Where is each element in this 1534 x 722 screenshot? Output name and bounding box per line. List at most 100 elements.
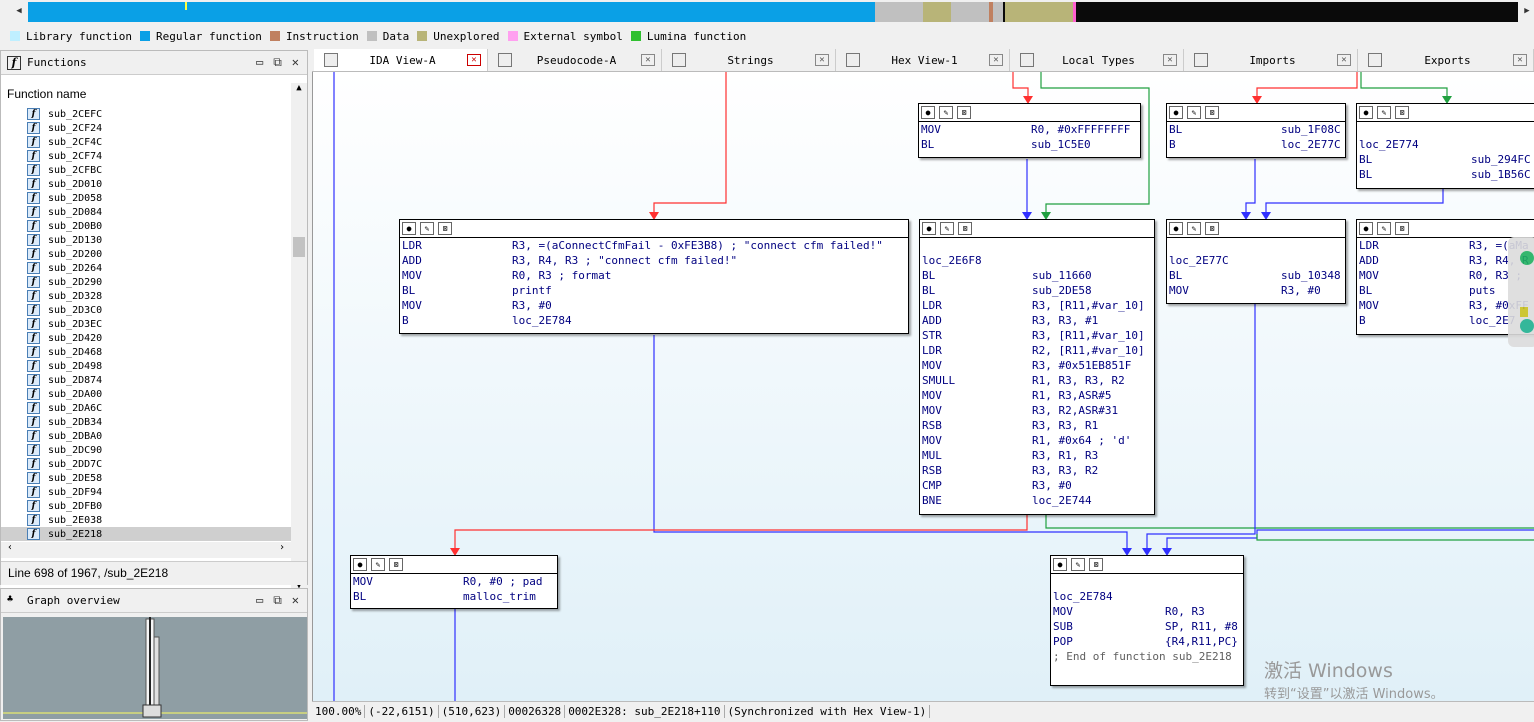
asm-line[interactable]: MUL R3, R1, R3 [920, 448, 1154, 463]
node-color-icon[interactable]: ● [922, 222, 936, 235]
asm-line[interactable] [1051, 574, 1243, 589]
asm-line[interactable]: MOV R3, #0x51EB851F [920, 358, 1154, 373]
node-group-icon[interactable]: ⊠ [1089, 558, 1103, 571]
tab-local-types[interactable]: Local Types ✕ [1010, 49, 1184, 71]
tab-close-icon[interactable]: ✕ [1513, 54, 1527, 66]
asm-line[interactable]: STR R3, [R11,#var_10] [920, 328, 1154, 343]
asm-line[interactable] [920, 238, 1154, 253]
function-list-item[interactable]: f sub_2DA6C [1, 401, 291, 415]
node-color-icon[interactable]: ● [1359, 106, 1373, 119]
asm-line[interactable]: BL printf [400, 283, 908, 298]
node-color-icon[interactable]: ● [1169, 106, 1183, 119]
asm-line[interactable]: BL sub_2DE58 [920, 283, 1154, 298]
function-list-item[interactable]: f sub_2D084 [1, 205, 291, 219]
node-group-icon[interactable]: ⊠ [1205, 106, 1219, 119]
asm-line[interactable]: CMP R3, #0 [920, 478, 1154, 493]
asm-line[interactable]: ADD R3, R4, R3 ; "connect cfm failed!" [400, 253, 908, 268]
asm-line[interactable]: MOV R1, #0x64 ; 'd' [920, 433, 1154, 448]
function-list-item[interactable]: f sub_2D130 [1, 233, 291, 247]
asm-line[interactable]: LDR R3, [R11,#var_10] [920, 298, 1154, 313]
asm-line[interactable]: loc_2E6F8 [920, 253, 1154, 268]
tab-ida-view-a[interactable]: IDA View-A ✕ [314, 49, 488, 71]
function-list-item[interactable]: f sub_2CF74 [1, 149, 291, 163]
asm-line[interactable]: MOV R0, R3 [1051, 604, 1243, 619]
asm-line[interactable]: MOV R0, R3 ; format [400, 268, 908, 283]
asm-line[interactable]: Bloc_2E784 [400, 313, 908, 328]
asm-line[interactable]: MOV R0, #0xFFFFFFFF [919, 122, 1140, 137]
tab-strings[interactable]: Strings ✕ [662, 49, 836, 71]
node-color-icon[interactable]: ● [921, 106, 935, 119]
graph-node-loc-2e774[interactable]: ● ✎ ⊠ loc_2E774 BL sub_294FC BL sub_1B56C [1356, 103, 1534, 189]
scroll-right-icon[interactable]: › [279, 542, 285, 553]
tab-close-icon[interactable]: ✕ [467, 54, 481, 66]
tab-close-icon[interactable]: ✕ [1337, 54, 1351, 66]
function-list-item[interactable]: f sub_2D010 [1, 177, 291, 191]
asm-line[interactable]: Bloc_2E77C [1167, 137, 1345, 152]
tab-close-icon[interactable]: ✕ [1163, 54, 1177, 66]
node-color-icon[interactable]: ● [402, 222, 416, 235]
asm-line[interactable]: LDR R3, =(aConnectCfmFail - 0xFE3B8) ; "c… [400, 238, 908, 253]
asm-line[interactable]: RSB R3, R3, R2 [920, 463, 1154, 478]
asm-line[interactable]: BL malloc_trim [351, 589, 557, 604]
tab-close-icon[interactable]: ✕ [989, 54, 1003, 66]
node-group-icon[interactable]: ⊠ [958, 222, 972, 235]
function-list-item[interactable]: f sub_2DFB0 [1, 499, 291, 513]
functions-list[interactable]: f sub_2CEFC f sub_2CF24 f sub_2CF4C f sub_2CF74… [1, 107, 291, 591]
function-list-item[interactable]: f sub_2DE58 [1, 471, 291, 485]
graph-zoom-control[interactable] [1508, 237, 1534, 347]
tab-close-icon[interactable]: ✕ [641, 54, 655, 66]
function-list-item[interactable]: f sub_2DF94 [1, 485, 291, 499]
ida-graph-view[interactable]: ● ✎ ⊠ MOV R0, #0xFFFFFFFF BL sub_1C5E0 ● ✎ ⊠ BL su… [312, 72, 1534, 701]
node-rename-icon[interactable]: ✎ [1187, 106, 1201, 119]
asm-line[interactable]: BL sub_1B56C [1357, 167, 1534, 182]
function-list-item[interactable]: f sub_2D3EC [1, 317, 291, 331]
asm-line[interactable]: BL sub_11660 [920, 268, 1154, 283]
asm-line[interactable] [1167, 238, 1345, 253]
function-list-item[interactable]: f sub_2DA00 [1, 387, 291, 401]
function-list-item[interactable]: f sub_2D264 [1, 261, 291, 275]
node-group-icon[interactable]: ⊠ [957, 106, 971, 119]
node-color-icon[interactable]: ● [1359, 222, 1373, 235]
maximize-icon[interactable]: ▭ [256, 55, 263, 70]
asm-line[interactable]: BNE loc_2E744 [920, 493, 1154, 508]
scroll-up-icon[interactable]: ▲ [291, 83, 307, 93]
asm-line[interactable]: loc_2E784 [1051, 589, 1243, 604]
scrollbar-thumb[interactable] [293, 237, 305, 257]
function-list-item[interactable]: f sub_2CFBC [1, 163, 291, 177]
asm-line[interactable]: MOV R0, #0 ; pad [351, 574, 557, 589]
functions-vertical-scrollbar[interactable]: ▲ ▼ [291, 83, 307, 591]
function-list-item[interactable]: f sub_2DD7C [1, 457, 291, 471]
asm-line[interactable]: ; End of function sub_2E218 [1051, 649, 1243, 664]
node-rename-icon[interactable]: ✎ [1377, 106, 1391, 119]
nav-right-arrow-icon[interactable]: ▶ [1522, 4, 1532, 18]
asm-line[interactable] [1357, 122, 1534, 137]
functions-horizontal-scrollbar[interactable]: ‹ › [1, 542, 291, 558]
node-group-icon[interactable]: ⊠ [1205, 222, 1219, 235]
tab-exports[interactable]: Exports ✕ [1358, 49, 1534, 71]
close-icon[interactable]: ✕ [292, 593, 299, 608]
asm-line[interactable]: BL sub_294FC [1357, 152, 1534, 167]
function-list-item[interactable]: f sub_2D3C0 [1, 303, 291, 317]
function-list-item[interactable]: f sub_2CEFC [1, 107, 291, 121]
node-rename-icon[interactable]: ✎ [939, 106, 953, 119]
asm-line[interactable]: SUB SP, R11, #8 [1051, 619, 1243, 634]
graph-overview-canvas[interactable] [3, 617, 307, 719]
asm-line[interactable]: BL sub_1F08C [1167, 122, 1345, 137]
function-list-item[interactable]: f sub_2D874 [1, 373, 291, 387]
function-list-item[interactable]: f sub_2DC90 [1, 443, 291, 457]
function-list-item[interactable]: f sub_2D200 [1, 247, 291, 261]
node-group-icon[interactable]: ⊠ [1395, 106, 1409, 119]
function-list-item[interactable]: f sub_2D290 [1, 275, 291, 289]
nav-left-arrow-icon[interactable]: ◀ [14, 4, 24, 18]
asm-line[interactable]: SMULL R1, R3, R3, R2 [920, 373, 1154, 388]
function-list-item[interactable]: f sub_2D0B0 [1, 219, 291, 233]
node-rename-icon[interactable]: ✎ [371, 558, 385, 571]
graph-node-malloc-trim[interactable]: ● ✎ ⊠ MOV R0, #0 ; pad BL malloc_trim [350, 555, 558, 609]
asm-line[interactable]: ADD R3, R3, #1 [920, 313, 1154, 328]
tab-hex-view-1[interactable]: Hex View-1 ✕ [836, 49, 1010, 71]
close-icon[interactable]: ✕ [292, 55, 299, 70]
graph-node-loc-2e784[interactable]: ● ✎ ⊠ loc_2E784 MOV R0, R3 SUB SP, R11, #8 POP {R… [1050, 555, 1244, 686]
scroll-left-icon[interactable]: ‹ [7, 542, 13, 553]
function-list-item[interactable]: f sub_2D498 [1, 359, 291, 373]
function-list-item[interactable]: f sub_2E038 [1, 513, 291, 527]
